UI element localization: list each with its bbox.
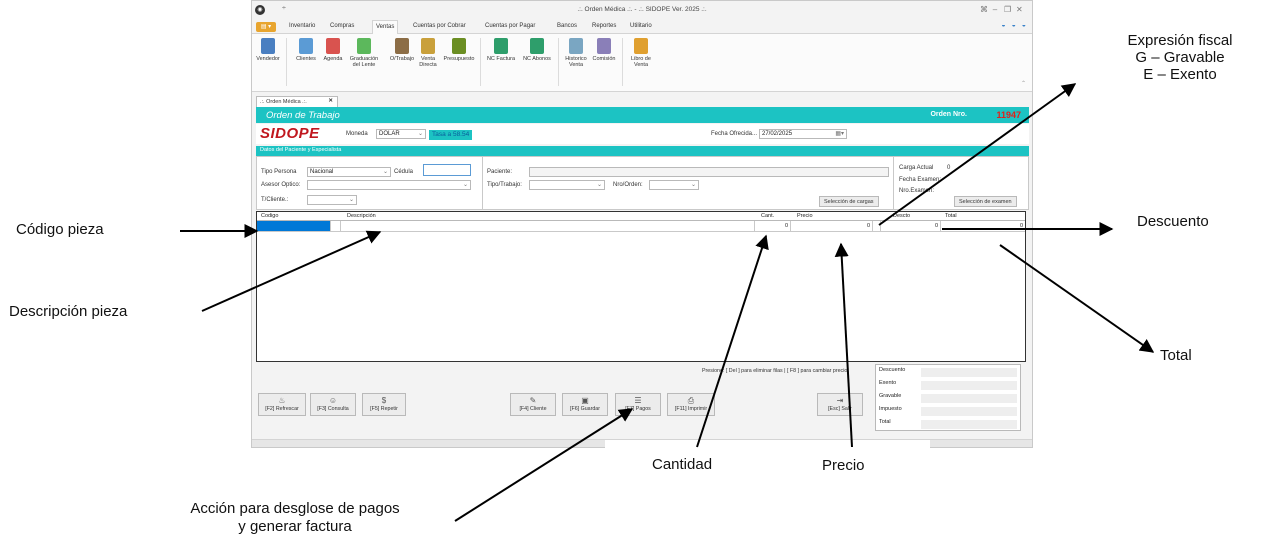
arrow-descripcion: [201, 230, 382, 312]
annotation-pagos: Acción para desglose de pagos y generar …: [190, 500, 400, 535]
annotation-total: Total: [1160, 347, 1192, 364]
arrow-expresion: [878, 83, 1077, 226]
arrow-pagos: [454, 408, 634, 522]
annotation-expresion-fiscal: Expresión fiscal G – Gravable E – Exento: [1127, 32, 1233, 83]
arrow-total: [999, 244, 1155, 353]
annotation-cantidad: Cantidad: [652, 456, 713, 473]
annotation-arrows: [180, 83, 1155, 522]
annotation-precio: Precio: [822, 457, 865, 474]
annotation-codigo: Código pieza: [16, 221, 104, 238]
arrow-precio: [834, 242, 853, 448]
annotation-descripcion: Descripción pieza: [9, 303, 128, 320]
annotation-descuento: Descuento: [1137, 213, 1209, 230]
arrow-cantidad: [696, 234, 769, 448]
